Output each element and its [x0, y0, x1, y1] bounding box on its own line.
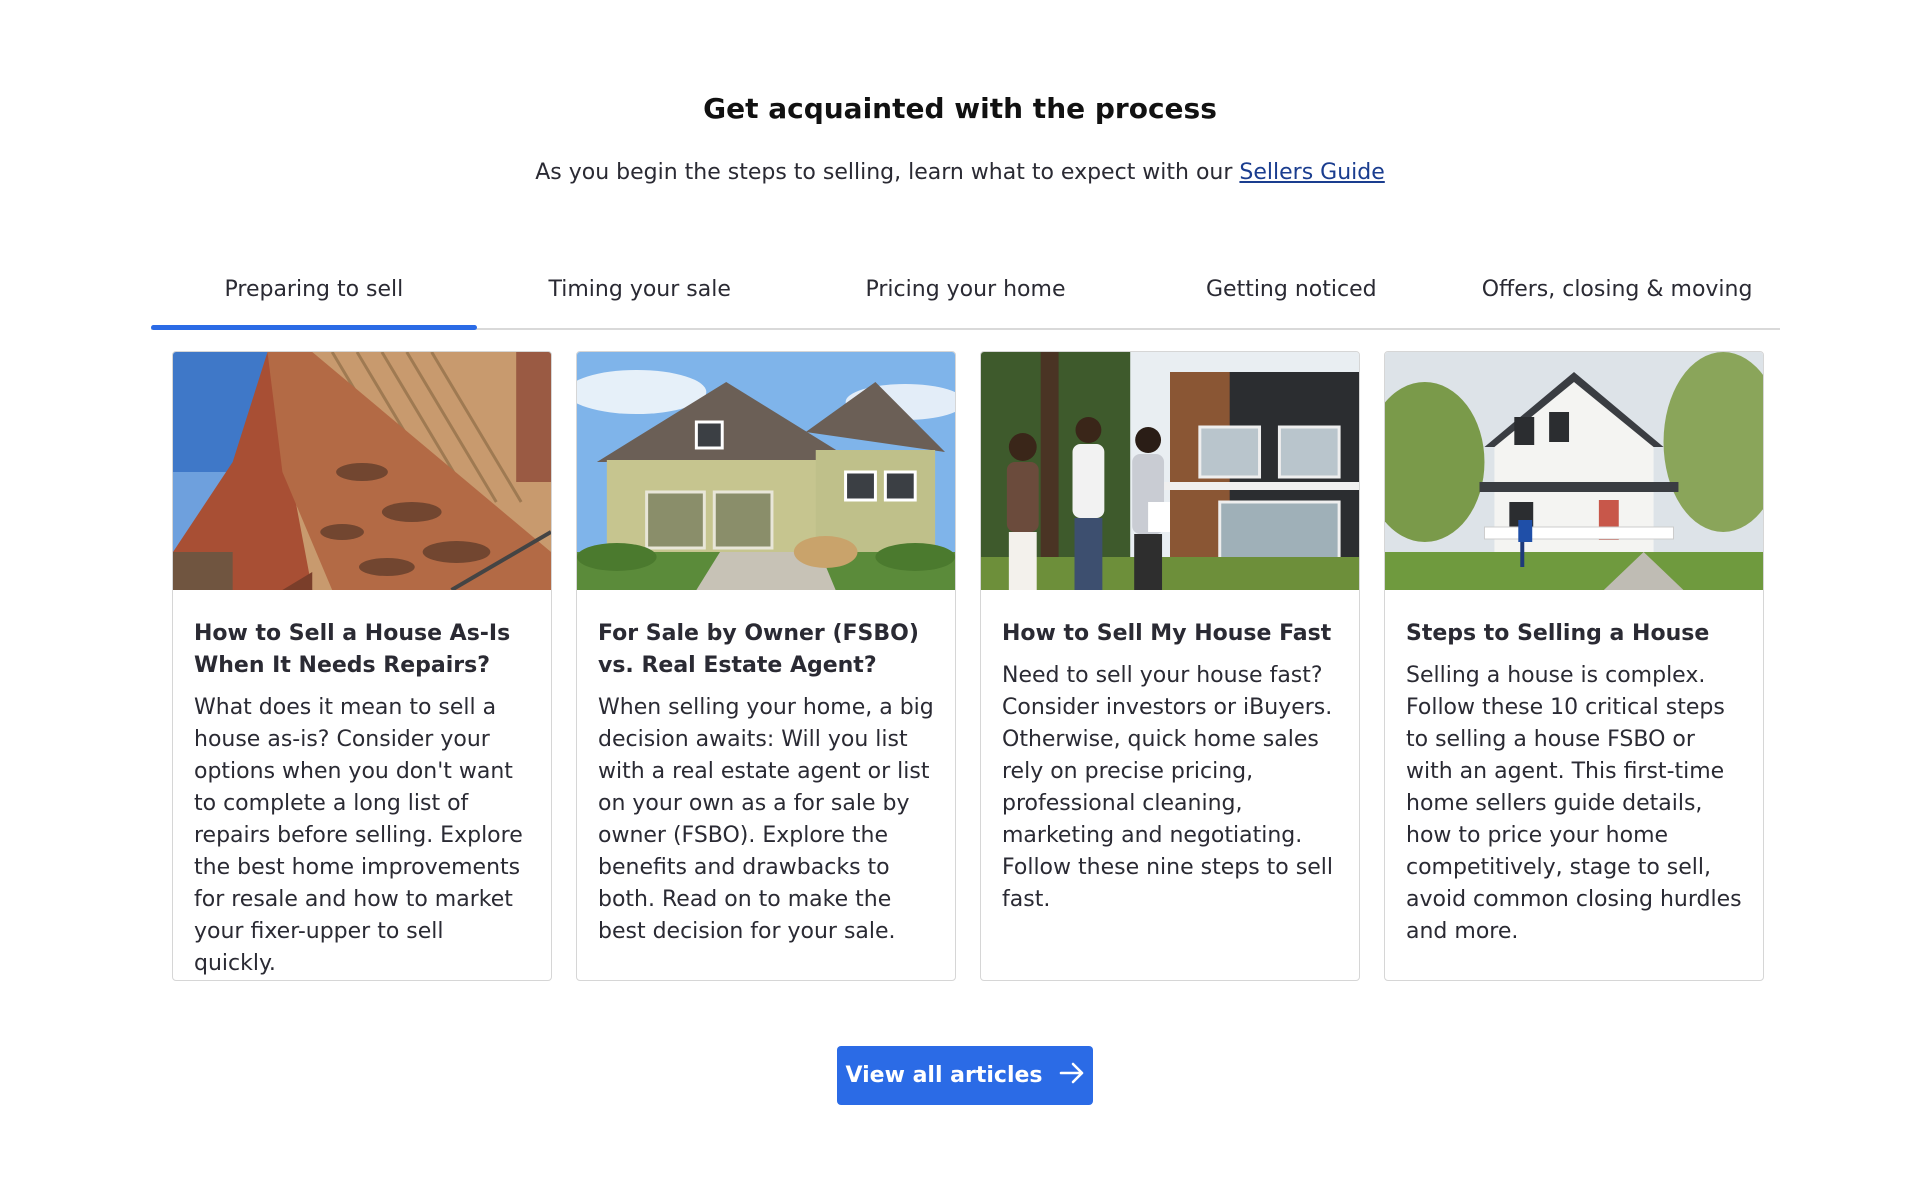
- white-farmhouse-photo: [1385, 352, 1763, 590]
- tab-timing-your-sale[interactable]: Timing your sale: [477, 272, 803, 328]
- handshake-modern-house-photo: [981, 352, 1359, 590]
- article-card[interactable]: Steps to Selling a House Selling a house…: [1384, 351, 1764, 981]
- tab-bar: Preparing to sell Timing your sale Prici…: [151, 272, 1780, 330]
- article-card[interactable]: How to Sell a House As-Is When It Needs …: [172, 351, 552, 981]
- intro-text: As you begin the steps to selling, learn…: [535, 160, 1240, 185]
- tab-pricing-your-home[interactable]: Pricing your home: [803, 272, 1129, 328]
- article-card[interactable]: How to Sell My House Fast Need to sell y…: [980, 351, 1360, 981]
- damaged-roof-photo: [173, 352, 551, 590]
- article-title[interactable]: Steps to Selling a House: [1406, 618, 1742, 650]
- article-description: Need to sell your house fast? Consider i…: [1002, 663, 1333, 912]
- section-heading: Get acquainted with the process: [703, 92, 1217, 125]
- tab-offers-closing-moving[interactable]: Offers, closing & moving: [1454, 272, 1780, 328]
- article-card[interactable]: For Sale by Owner (FSBO) vs. Real Estate…: [576, 351, 956, 981]
- article-title[interactable]: How to Sell My House Fast: [1002, 618, 1338, 650]
- tab-getting-noticed[interactable]: Getting noticed: [1128, 272, 1454, 328]
- suburban-house-photo: [577, 352, 955, 590]
- tab-preparing-to-sell[interactable]: Preparing to sell: [151, 272, 477, 330]
- article-title[interactable]: How to Sell a House As-Is When It Needs …: [194, 618, 530, 682]
- view-all-articles-label: View all articles: [845, 1063, 1043, 1088]
- article-title[interactable]: For Sale by Owner (FSBO) vs. Real Estate…: [598, 618, 934, 682]
- page: Get acquainted with the process As you b…: [0, 0, 1920, 1200]
- arrow-right-icon: [1059, 1062, 1085, 1090]
- article-description: Selling a house is complex. Follow these…: [1406, 663, 1742, 944]
- article-cards: How to Sell a House As-Is When It Needs …: [172, 351, 1764, 981]
- sellers-guide-link[interactable]: Sellers Guide: [1239, 160, 1384, 185]
- section-intro: As you begin the steps to selling, learn…: [0, 160, 1920, 185]
- article-description: When selling your home, a big decision a…: [598, 695, 934, 944]
- view-all-articles-button[interactable]: View all articles: [837, 1046, 1093, 1105]
- article-description: What does it mean to sell a house as-is?…: [194, 695, 523, 976]
